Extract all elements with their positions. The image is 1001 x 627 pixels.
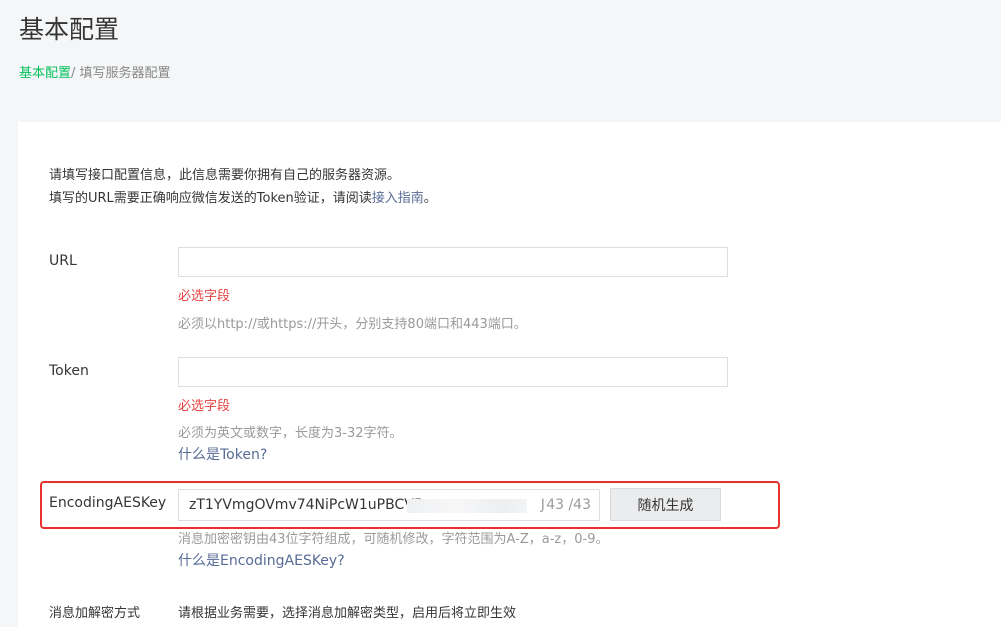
breadcrumb: 基本配置/ 填写服务器配置 bbox=[19, 62, 171, 81]
what-is-token-link[interactable]: 什么是Token? bbox=[178, 444, 267, 464]
breadcrumb-separator: / bbox=[71, 66, 80, 81]
what-is-aes-key-link[interactable]: 什么是EncodingAESKey? bbox=[178, 550, 345, 570]
aes-key-hint: 消息加密密钥由43位字符组成，可随机修改，字符范围为A-Z，a-z，0-9。 bbox=[178, 532, 609, 547]
url-label: URL bbox=[49, 253, 77, 269]
breadcrumb-current: 填写服务器配置 bbox=[79, 66, 171, 81]
highlight-annotation-box bbox=[40, 481, 780, 529]
intro-line-2-suffix: 。 bbox=[423, 191, 437, 206]
intro-text: 请填写接口配置信息，此信息需要你拥有自己的服务器资源。 填写的URL需要正确响应… bbox=[49, 164, 437, 210]
url-hint: 必须以http://或https://开头，分别支持80端口和443端口。 bbox=[178, 317, 527, 332]
page-title: 基本配置 bbox=[19, 15, 120, 44]
access-guide-link[interactable]: 接入指南 bbox=[372, 191, 424, 206]
url-error: 必选字段 bbox=[178, 289, 231, 304]
token-input[interactable] bbox=[178, 357, 728, 387]
intro-line-1: 请填写接口配置信息，此信息需要你拥有自己的服务器资源。 bbox=[49, 168, 401, 183]
encryption-mode-description: 请根据业务需要，选择消息加解密类型，启用后将立即生效 bbox=[178, 606, 517, 621]
token-error: 必选字段 bbox=[178, 399, 231, 414]
token-hint: 必须为英文或数字，长度为3-32字符。 bbox=[178, 426, 403, 441]
breadcrumb-basic-config-link[interactable]: 基本配置 bbox=[19, 66, 71, 81]
token-label: Token bbox=[49, 363, 89, 379]
intro-line-2: 填写的URL需要正确响应微信发送的Token验证，请阅读接入指南。 bbox=[49, 187, 437, 210]
encryption-mode-label: 消息加解密方式 bbox=[49, 606, 141, 621]
config-panel: 请填写接口配置信息，此信息需要你拥有自己的服务器资源。 填写的URL需要正确响应… bbox=[18, 122, 1001, 627]
url-input[interactable] bbox=[178, 247, 728, 277]
intro-line-2-text: 填写的URL需要正确响应微信发送的Token验证，请阅读 bbox=[49, 191, 372, 206]
